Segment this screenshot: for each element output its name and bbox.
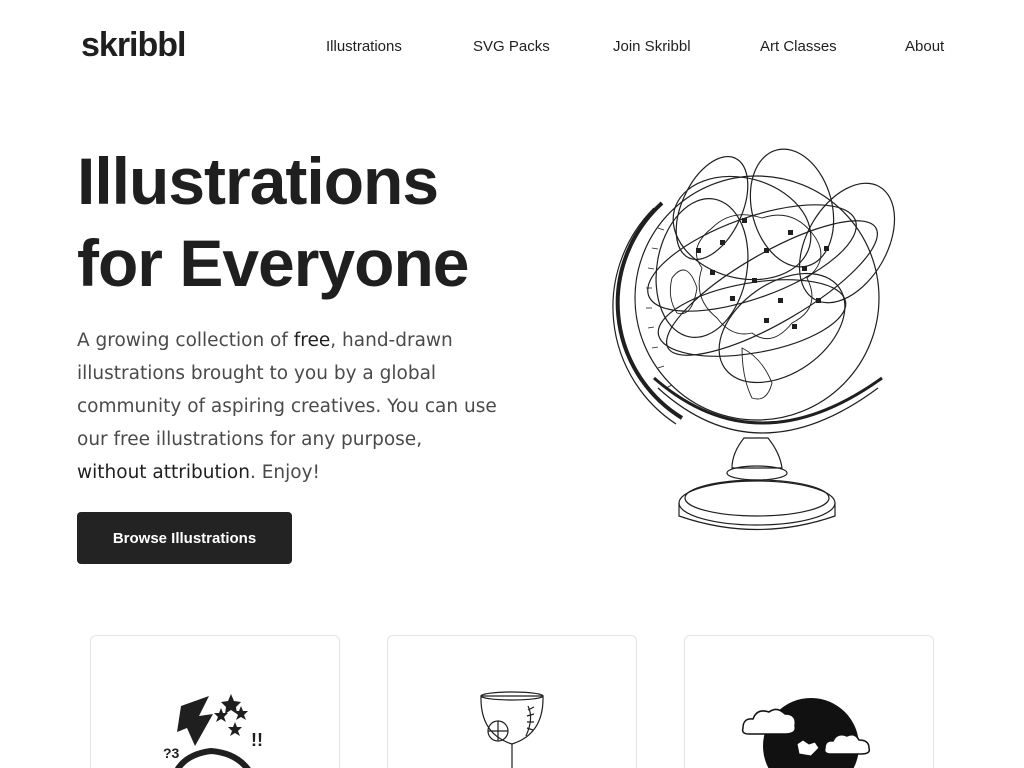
top-navigation: skribbl Illustrations SVG Packs Join Skr… xyxy=(0,0,1024,94)
moon-clouds-illustration xyxy=(741,698,871,768)
illustration-card-2[interactable] xyxy=(387,635,637,768)
svg-text:?3: ?3 xyxy=(163,745,180,761)
hero-description: A growing collection of free, hand-drawn… xyxy=(77,324,497,489)
browse-illustrations-button[interactable]: Browse Illustrations xyxy=(77,512,292,564)
hero-title-line-1: Illustrations xyxy=(77,144,439,218)
logo[interactable]: skribbl xyxy=(81,26,186,65)
svg-text:!!: !! xyxy=(251,730,263,750)
astronaut-stars-illustration: !! ?3 xyxy=(163,694,263,768)
hero-text-without-attribution: without attribution xyxy=(77,462,250,483)
nav-link-join-skribbl[interactable]: Join Skribbl xyxy=(613,38,691,55)
nav-link-art-classes[interactable]: Art Classes xyxy=(760,38,837,55)
hero-text-part-1: A growing collection of xyxy=(77,330,294,351)
hero-text-free: free xyxy=(293,330,331,351)
illustration-card-3[interactable] xyxy=(684,635,934,768)
nav-link-about[interactable]: About xyxy=(905,38,944,55)
illustration-card-1[interactable]: !! ?3 xyxy=(90,635,340,768)
hero-title: Illustrations for Everyone xyxy=(77,140,537,304)
cocktail-glass-illustration xyxy=(480,691,544,768)
globe-illustration xyxy=(612,148,896,531)
nav-link-illustrations[interactable]: Illustrations xyxy=(326,38,402,55)
nav-link-svg-packs[interactable]: SVG Packs xyxy=(473,38,550,55)
hero-text-part-3: . Enjoy! xyxy=(249,462,320,483)
hero-title-line-2: for Everyone xyxy=(77,226,469,300)
